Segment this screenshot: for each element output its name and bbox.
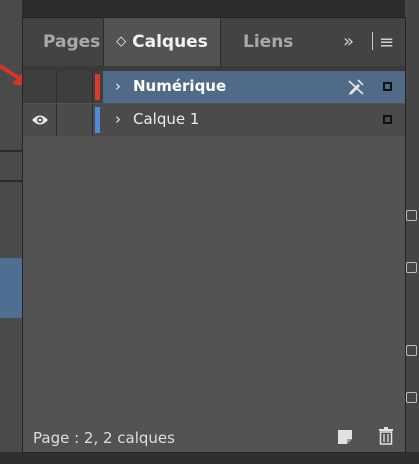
layer-name: Numérique bbox=[133, 77, 227, 95]
selection-square-icon[interactable] bbox=[383, 115, 392, 124]
trash-icon[interactable] bbox=[378, 427, 394, 445]
chevron-right-icon[interactable]: › bbox=[115, 110, 121, 128]
lock-toggle[interactable] bbox=[57, 71, 93, 103]
new-layer-icon[interactable] bbox=[337, 429, 353, 445]
layer-color-chip bbox=[95, 74, 100, 100]
layers-panel: Pages ◇ Calques Liens » ≡ › Numérique › … bbox=[22, 17, 406, 453]
layer-row-body[interactable]: › Numérique bbox=[103, 71, 405, 103]
selection-square-icon[interactable] bbox=[383, 82, 392, 91]
panel-tab-bar: Pages ◇ Calques Liens » ≡ bbox=[23, 18, 405, 67]
tab-calques-label: Calques bbox=[132, 32, 208, 52]
tab-separator bbox=[372, 32, 373, 50]
status-text: Page : 2, 2 calques bbox=[33, 429, 175, 447]
layer-row-body[interactable]: › Calque 1 bbox=[103, 104, 405, 136]
app-background-bottom bbox=[0, 452, 419, 464]
panel-footer: Page : 2, 2 calques bbox=[23, 423, 405, 452]
visibility-toggle[interactable] bbox=[23, 71, 57, 103]
app-background-top bbox=[0, 0, 419, 18]
overflow-icon[interactable]: » bbox=[343, 31, 354, 52]
panel-menu-icon[interactable]: ≡ bbox=[379, 32, 394, 53]
layer-name: Calque 1 bbox=[133, 110, 200, 128]
pen-crossed-icon[interactable] bbox=[347, 78, 365, 96]
tab-calques[interactable]: ◇ Calques bbox=[103, 18, 221, 66]
visibility-toggle[interactable] bbox=[23, 104, 57, 136]
updown-icon: ◇ bbox=[116, 34, 127, 49]
tab-pages[interactable]: Pages bbox=[43, 32, 100, 52]
eye-icon bbox=[32, 115, 48, 125]
tab-liens[interactable]: Liens bbox=[243, 32, 293, 52]
chevron-right-icon[interactable]: › bbox=[115, 77, 121, 95]
layer-row-calque-1[interactable]: › Calque 1 bbox=[23, 104, 405, 136]
lock-toggle[interactable] bbox=[57, 104, 93, 136]
app-background-right bbox=[405, 0, 419, 464]
layer-row-numerique[interactable]: › Numérique bbox=[23, 71, 405, 103]
layer-color-chip bbox=[95, 107, 100, 133]
